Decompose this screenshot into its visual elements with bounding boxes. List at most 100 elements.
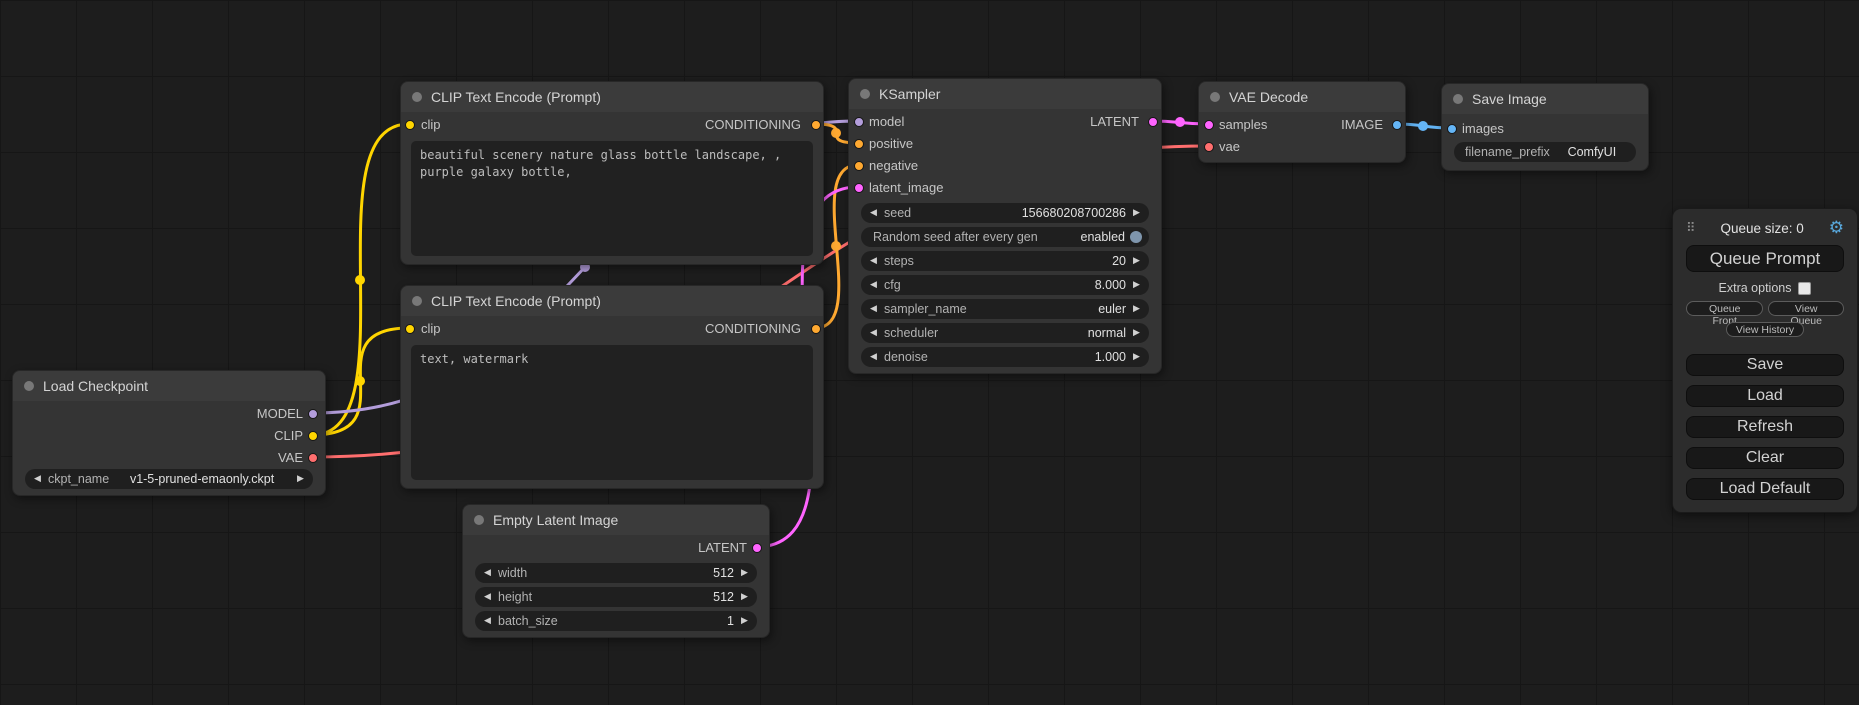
node-load-checkpoint[interactable]: Load Checkpoint MODEL CLIP VAE ◀ ckpt_na… [12,370,326,496]
stepper-left-icon[interactable]: ◀ [868,208,879,218]
stepper-left-icon[interactable]: ◀ [32,474,43,484]
view-history-button[interactable]: View History [1726,322,1804,337]
widget-ckpt-name[interactable]: ◀ ckpt_name v1-5-pruned-emaonly.ckpt ▶ [25,469,313,489]
extra-options-checkbox[interactable] [1798,282,1811,295]
prompt-textarea[interactable]: text, watermark [411,345,813,480]
widget-cfg[interactable]: ◀ cfg 8.000 ▶ [861,275,1149,295]
refresh-button[interactable]: Refresh [1686,416,1844,438]
node-collapse-dot[interactable] [1453,94,1463,104]
prompt-textarea[interactable]: beautiful scenery nature glass bottle la… [411,141,813,256]
widget-scheduler[interactable]: ◀ scheduler normal ▶ [861,323,1149,343]
slot-label-image: IMAGE [1341,114,1383,136]
widget-label: ckpt_name [48,472,109,486]
stepper-left-icon[interactable]: ◀ [868,352,879,362]
widget-steps[interactable]: ◀ steps 20 ▶ [861,251,1149,271]
slot-row: model LATENT [849,111,1161,133]
input-dot-model[interactable] [854,117,864,127]
output-dot-conditioning[interactable] [811,324,821,334]
slot-row: negative [849,155,1161,177]
stepper-right-icon[interactable]: ▶ [739,568,750,578]
node-header[interactable]: CLIP Text Encode (Prompt) [401,82,823,112]
load-default-button[interactable]: Load Default [1686,478,1844,500]
stepper-left-icon[interactable]: ◀ [482,616,493,626]
stepper-right-icon[interactable]: ▶ [1131,304,1142,314]
graph-canvas[interactable]: Load Checkpoint MODEL CLIP VAE ◀ ckpt_na… [0,0,1859,705]
node-header[interactable]: KSampler [849,79,1161,109]
stepper-right-icon[interactable]: ▶ [1131,256,1142,266]
output-dot-image[interactable] [1392,120,1402,130]
stepper-right-icon[interactable]: ▶ [295,474,306,484]
node-save-image[interactable]: Save Image images filename_prefix ComfyU… [1441,83,1649,171]
view-queue-button[interactable]: View Queue [1768,301,1844,316]
stepper-right-icon[interactable]: ▶ [1131,328,1142,338]
output-dot-latent[interactable] [752,543,762,553]
stepper-left-icon[interactable]: ◀ [868,280,879,290]
stepper-right-icon[interactable]: ▶ [1131,280,1142,290]
widget-value: normal [943,326,1126,340]
stepper-right-icon[interactable]: ▶ [739,592,750,602]
output-dot-vae[interactable] [308,453,318,463]
stepper-left-icon[interactable]: ◀ [482,568,493,578]
input-dot-negative[interactable] [854,161,864,171]
input-dot-vae[interactable] [1204,142,1214,152]
output-dot-conditioning[interactable] [811,120,821,130]
widget-seed[interactable]: ◀ seed 156680208700286 ▶ [861,203,1149,223]
stepper-right-icon[interactable]: ▶ [739,616,750,626]
widget-sampler-name[interactable]: ◀ sampler_name euler ▶ [861,299,1149,319]
node-ksampler[interactable]: KSampler model LATENT positive negative … [848,78,1162,374]
slot-label-positive: positive [869,133,913,155]
widget-denoise[interactable]: ◀ denoise 1.000 ▶ [861,347,1149,367]
load-button[interactable]: Load [1686,385,1844,407]
node-collapse-dot[interactable] [860,89,870,99]
save-button[interactable]: Save [1686,354,1844,376]
slot-label-samples: samples [1219,114,1267,136]
widget-filename-prefix[interactable]: filename_prefix ComfyUI [1454,142,1636,162]
output-dot-clip[interactable] [308,431,318,441]
widget-label: height [498,590,532,604]
stepper-right-icon[interactable]: ▶ [1131,352,1142,362]
toggle-dot[interactable] [1130,231,1142,243]
node-header[interactable]: Empty Latent Image [463,505,769,535]
settings-gear-icon[interactable]: ⚙ [1829,220,1844,237]
stepper-left-icon[interactable]: ◀ [868,256,879,266]
widget-width[interactable]: ◀ width 512 ▶ [475,563,757,583]
output-dot-model[interactable] [308,409,318,419]
stepper-left-icon[interactable]: ◀ [868,304,879,314]
node-collapse-dot[interactable] [24,381,34,391]
stepper-left-icon[interactable]: ◀ [482,592,493,602]
input-dot-images[interactable] [1447,124,1457,134]
stepper-right-icon[interactable]: ▶ [1131,208,1142,218]
clear-button[interactable]: Clear [1686,447,1844,469]
node-title: Empty Latent Image [493,512,618,528]
widget-value: 20 [919,254,1126,268]
node-clip-text-encode-negative[interactable]: CLIP Text Encode (Prompt) clip CONDITION… [400,285,824,489]
node-clip-text-encode-positive[interactable]: CLIP Text Encode (Prompt) clip CONDITION… [400,81,824,265]
node-header[interactable]: Save Image [1442,84,1648,114]
drag-handle-icon[interactable]: ⠿ [1686,221,1696,236]
input-dot-clip[interactable] [405,120,415,130]
input-dot-latent-image[interactable] [854,183,864,193]
node-collapse-dot[interactable] [412,92,422,102]
queue-prompt-button[interactable]: Queue Prompt [1686,245,1844,272]
widget-batch-size[interactable]: ◀ batch_size 1 ▶ [475,611,757,631]
input-dot-positive[interactable] [854,139,864,149]
node-header[interactable]: CLIP Text Encode (Prompt) [401,286,823,316]
node-collapse-dot[interactable] [1210,92,1220,102]
widget-random-seed[interactable]: Random seed after every gen enabled [861,227,1149,247]
widget-value: enabled [1043,230,1125,244]
node-empty-latent-image[interactable]: Empty Latent Image LATENT ◀ width 512 ▶ … [462,504,770,638]
node-collapse-dot[interactable] [412,296,422,306]
slot-label-vae: vae [1219,136,1240,158]
input-dot-clip[interactable] [405,324,415,334]
slot-row: vae [1199,136,1405,158]
stepper-left-icon[interactable]: ◀ [868,328,879,338]
node-header[interactable]: VAE Decode [1199,82,1405,112]
node-collapse-dot[interactable] [474,515,484,525]
input-dot-samples[interactable] [1204,120,1214,130]
widget-label: Random seed after every gen [873,230,1038,244]
queue-front-button[interactable]: Queue Front [1686,301,1763,316]
node-vae-decode[interactable]: VAE Decode samples IMAGE vae [1198,81,1406,163]
output-dot-latent[interactable] [1148,117,1158,127]
widget-height[interactable]: ◀ height 512 ▶ [475,587,757,607]
node-header[interactable]: Load Checkpoint [13,371,325,401]
